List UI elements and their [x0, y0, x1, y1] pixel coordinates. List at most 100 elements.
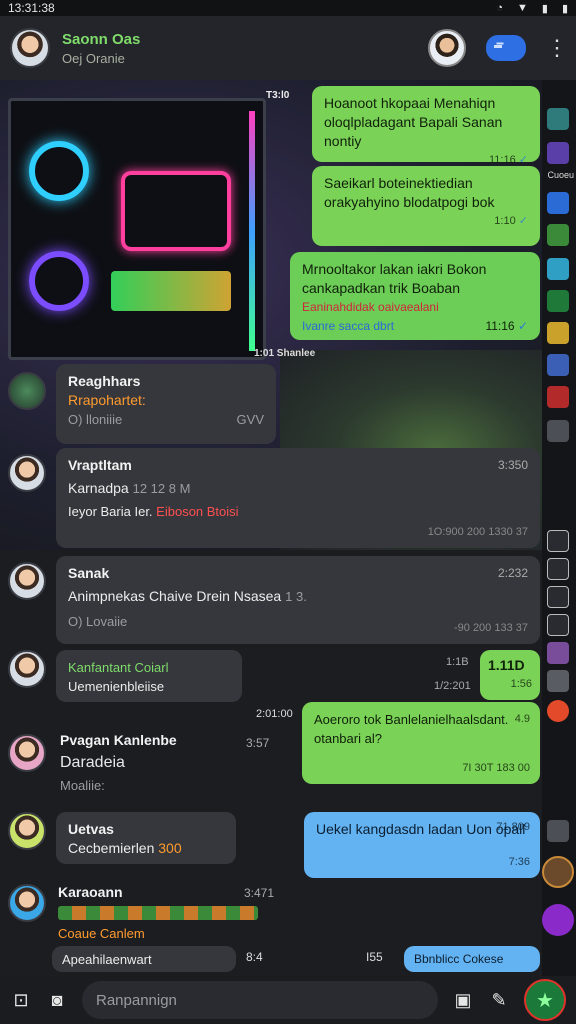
sender-avatar[interactable] — [8, 562, 46, 600]
ram-glow — [111, 271, 231, 311]
outgoing-message[interactable]: Saeikarl boteinektiedian orakyahyino blo… — [312, 166, 540, 246]
gpu-glow — [121, 171, 231, 251]
message-text: 1.11D — [488, 657, 525, 673]
message-meta: 4.9 — [514, 713, 530, 725]
chat-subtitle: Oej Oranie — [62, 50, 125, 66]
nintendo-switch-icon[interactable]: ⊡ — [10, 989, 32, 1011]
outgoing-message[interactable]: Hoanoot hkopaai Menahiqn oloqlpladagant … — [312, 86, 540, 166]
chat-title-block[interactable]: Saonn Oas Oej Oranie — [62, 31, 428, 66]
fan-glow — [29, 141, 89, 201]
rail-icon[interactable] — [547, 530, 569, 552]
sender-avatar[interactable] — [8, 884, 46, 922]
message-text: Animpnekas — [68, 588, 146, 604]
message-time: 7I 30T 183 00 — [462, 762, 530, 774]
rail-camera-icon[interactable] — [547, 558, 569, 580]
rail-icon[interactable] — [547, 586, 569, 608]
signal-icon: ◔ — [496, 2, 503, 14]
message-meta: 1O:900 200 1330 37 — [427, 526, 528, 538]
reaction-line: Moaliie: — [60, 778, 105, 793]
right-sticker-rail[interactable]: Cuoeu — [542, 80, 576, 976]
rail-sticker[interactable] — [547, 386, 569, 408]
incoming-message[interactable]: Sanak 2:232 Animpnekas Chaive Drein Nsas… — [56, 556, 540, 644]
sender-avatar[interactable] — [8, 372, 46, 410]
outgoing-message[interactable]: Mrnooltakor lakan iakri Bokon cankapadka… — [290, 252, 540, 340]
emoji-row — [58, 906, 258, 920]
wifi-icon: ▼ — [516, 2, 528, 14]
rail-sticker[interactable] — [547, 670, 569, 692]
message-time: 1:56 — [510, 678, 532, 690]
sender-name: Kanfantant Coiarl — [68, 660, 169, 675]
message-time: 2:232 — [497, 566, 528, 580]
message-text: Rrapohartet: — [68, 392, 146, 408]
outgoing-message[interactable]: 1.11D 1:56 — [480, 650, 540, 700]
incoming-message[interactable]: Uetvas Cecbemierlen 300 — [56, 812, 236, 864]
emoji-button[interactable] — [542, 904, 574, 936]
rail-sticker[interactable] — [547, 354, 569, 376]
status-bar: 13:31:38 ◔ ▼ ▮ ▮ — [0, 0, 576, 16]
rail-label: Cuoeu — [547, 170, 574, 180]
rail-sticker[interactable] — [547, 322, 569, 344]
outgoing-message[interactable]: Bbnblicc Cokese — [404, 946, 540, 972]
send-button[interactable]: ★ — [524, 979, 566, 1021]
message-time: 3:350 — [497, 458, 528, 472]
rail-eye-icon[interactable] — [547, 108, 569, 130]
gamepad-icon[interactable] — [486, 35, 526, 61]
message-text: Karnadpa — [68, 480, 129, 496]
incoming-message[interactable]: Karaoann 3:471 Coaue Canlem — [58, 884, 278, 941]
outgoing-message[interactable]: Aoeroro tok Banlelanielhaalsdant. otanba… — [302, 702, 540, 784]
reaction-line: O) lloniiie — [68, 412, 123, 427]
sender-avatar[interactable] — [8, 650, 46, 688]
incoming-message[interactable]: Reaghhars Rrapohartet: O) lloniiie GVV — [56, 364, 276, 444]
led-strip — [249, 111, 255, 351]
message-counter: I55 — [366, 950, 383, 964]
incoming-message[interactable]: Kanfantant Coiarl Uemenienbleiise — [56, 650, 242, 702]
tools-icon[interactable]: ✎ — [488, 989, 510, 1011]
incoming-message[interactable]: Apeahilaenwart — [52, 946, 236, 972]
sender-name: Reaghhars — [68, 373, 141, 389]
status-icons: ◔ ▼ ▮ ▮ — [496, 2, 568, 15]
message-text: Hoanoot hkopaai Menahiqn oloqlpladagant … — [324, 95, 503, 149]
message-link[interactable]: Ivanre sacca dbrt — [302, 317, 394, 336]
message-text: Cecbemierlen — [68, 840, 155, 856]
message-time: 8:4 — [246, 950, 263, 964]
rail-sticker[interactable] — [547, 290, 569, 312]
sender-avatar[interactable] — [8, 812, 46, 850]
message-text: Coaue Canlem — [58, 926, 145, 941]
rail-sticker[interactable] — [547, 820, 569, 842]
incoming-message[interactable]: Pvagan Kanlenbe 3:57 Daradeia Moaliie: — [60, 732, 280, 793]
message-input[interactable]: Ranpannign — [82, 981, 438, 1019]
message-text: Ieyor Baria Ier. — [68, 504, 153, 519]
message-time: 11:16 — [485, 319, 515, 333]
message-time: 1:10 — [494, 215, 516, 227]
message-text: Saeikarl boteinektiedian orakyahyino blo… — [324, 175, 495, 210]
rail-sticker[interactable] — [547, 420, 569, 442]
sender-avatar[interactable] — [8, 734, 46, 772]
contact-avatar[interactable] — [10, 28, 50, 68]
header-profile-avatar[interactable] — [428, 29, 466, 67]
sender-avatar[interactable] — [8, 454, 46, 492]
outgoing-message[interactable]: Uekel kangdasdn ladan Uon opall 71 809 7… — [304, 812, 540, 878]
rail-sticker[interactable] — [547, 224, 569, 246]
rail-icon[interactable] — [547, 614, 569, 636]
message-text: Apeahilaenwart — [62, 952, 152, 967]
camera-icon[interactable]: ◙ — [46, 989, 68, 1011]
rail-sticker[interactable] — [547, 142, 569, 164]
message-text: Bbnblicc Cokese — [414, 952, 504, 966]
battery-full-icon: ▮ — [561, 2, 568, 15]
incoming-message[interactable]: Vraptltam 3:350 Karnadpa 12 12 8 M Ieyor… — [56, 448, 540, 548]
image-tag: T3:l0 — [266, 90, 290, 101]
rail-sticker[interactable] — [547, 258, 569, 280]
attach-icon[interactable]: ▣ — [452, 989, 474, 1011]
sticker-button[interactable] — [542, 856, 574, 888]
fan-glow — [29, 251, 89, 311]
message-label: 2:01:00 — [256, 708, 293, 720]
message-link[interactable]: Eiboson Btoisi — [156, 504, 238, 519]
chat-title: Saonn Oas — [62, 30, 141, 48]
star-icon: ★ — [536, 989, 554, 1012]
rail-sticker[interactable] — [547, 700, 569, 722]
message-time: 3:57 — [246, 736, 270, 750]
chat-area[interactable]: T3:l0 1:01 Shanlee Cuoeu Hoanoot hkopaai… — [0, 80, 576, 976]
rail-sticker[interactable] — [547, 192, 569, 214]
rail-sticker[interactable] — [547, 642, 569, 664]
more-options-icon[interactable]: ⋮ — [546, 35, 568, 61]
